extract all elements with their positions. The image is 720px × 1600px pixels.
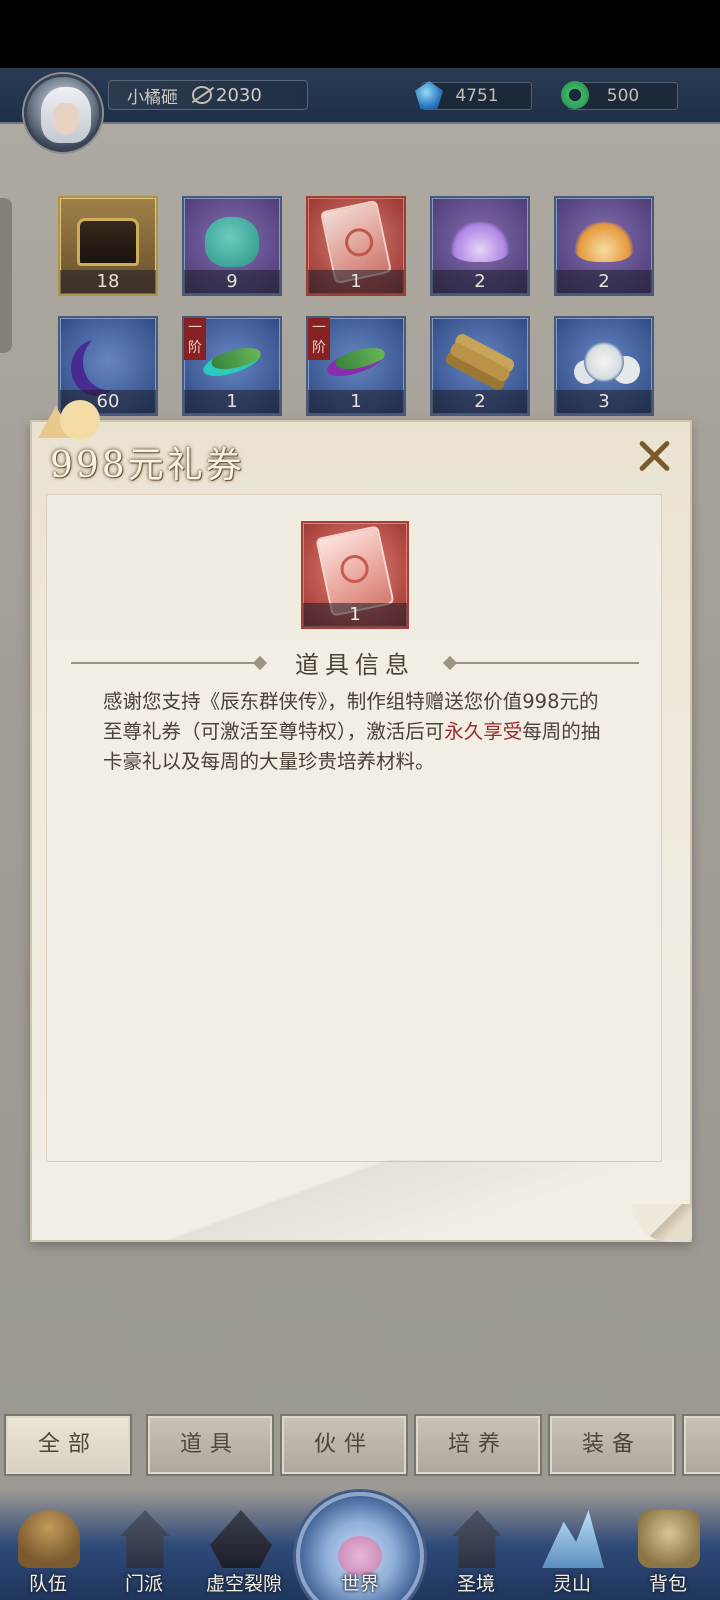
item-description: 感谢您支持《辰东群侠传》，制作组特赠送您价值998元的至尊礼券（可激活至尊特权）… [103, 687, 613, 777]
item-preview-count: 1 [303, 603, 407, 627]
avatar-face [53, 103, 79, 135]
backpack-icon [638, 1510, 700, 1568]
team-hat-icon [18, 1510, 80, 1568]
tab-cultivate[interactable]: 培养 [414, 1414, 542, 1476]
nav-sect[interactable]: 门派 [96, 1490, 192, 1600]
player-avatar[interactable] [24, 74, 102, 152]
spirit-mountain-icon [542, 1510, 604, 1568]
game-screen: 小橘砸 2030 4751 500 18 9 1 2 2 60 一阶 1 一阶 … [0, 68, 720, 1600]
void-rift-icon [210, 1510, 272, 1568]
item-preview-slot: 1 [301, 521, 409, 629]
close-icon[interactable] [632, 434, 676, 478]
divider-right [449, 662, 639, 664]
dialog-content: 1 道具信息 感谢您支持《辰东群侠传》，制作组特赠送您价值998元的至尊礼券（可… [46, 494, 662, 1162]
sect-pavilion-icon [120, 1510, 170, 1568]
ink-mountain-decoration [32, 1160, 690, 1240]
tab-more[interactable] [682, 1414, 720, 1476]
nav-label: 门派 [124, 1573, 163, 1595]
dialog-title: 998元礼券 [50, 445, 245, 486]
nav-void-rift[interactable]: 虚空裂隙 [192, 1490, 296, 1600]
nav-team[interactable]: 队伍 [0, 1490, 96, 1600]
voucher-icon [315, 525, 395, 617]
tab-all[interactable]: 全部 [4, 1414, 132, 1476]
mountain-sun-ornament [32, 400, 102, 440]
nav-spirit-mountain[interactable]: 灵山 [524, 1490, 620, 1600]
nav-label: 虚空裂隙 [205, 1573, 282, 1595]
nav-world[interactable]: 世界 [312, 1490, 408, 1600]
nav-label: 圣境 [456, 1573, 495, 1595]
nav-label: 背包 [648, 1573, 687, 1595]
desc-highlight: 永久享受 [444, 720, 523, 743]
tab-items[interactable]: 道具 [146, 1414, 274, 1476]
tab-partners[interactable]: 伙伴 [280, 1414, 408, 1476]
nav-holy-realm[interactable]: 圣境 [428, 1490, 524, 1600]
nav-label: 世界 [340, 1573, 379, 1595]
bottom-navigation: 队伍 门派 虚空裂隙 世界 圣境 灵山 背包 [0, 1490, 720, 1600]
nav-backpack[interactable]: 背包 [620, 1490, 716, 1600]
category-tabs: 全部 道具 伙伴 培养 装备 [0, 1414, 720, 1484]
section-header: 道具信息 [71, 645, 639, 681]
item-detail-dialog: 998元礼券 1 道具信息 感谢您支持《辰东群侠传》，制作组特赠送您价值998元… [30, 400, 692, 1242]
holy-realm-temple-icon [452, 1510, 502, 1568]
tab-equipment[interactable]: 装备 [548, 1414, 676, 1476]
nav-label: 队伍 [28, 1573, 67, 1595]
nav-label: 灵山 [552, 1573, 591, 1595]
